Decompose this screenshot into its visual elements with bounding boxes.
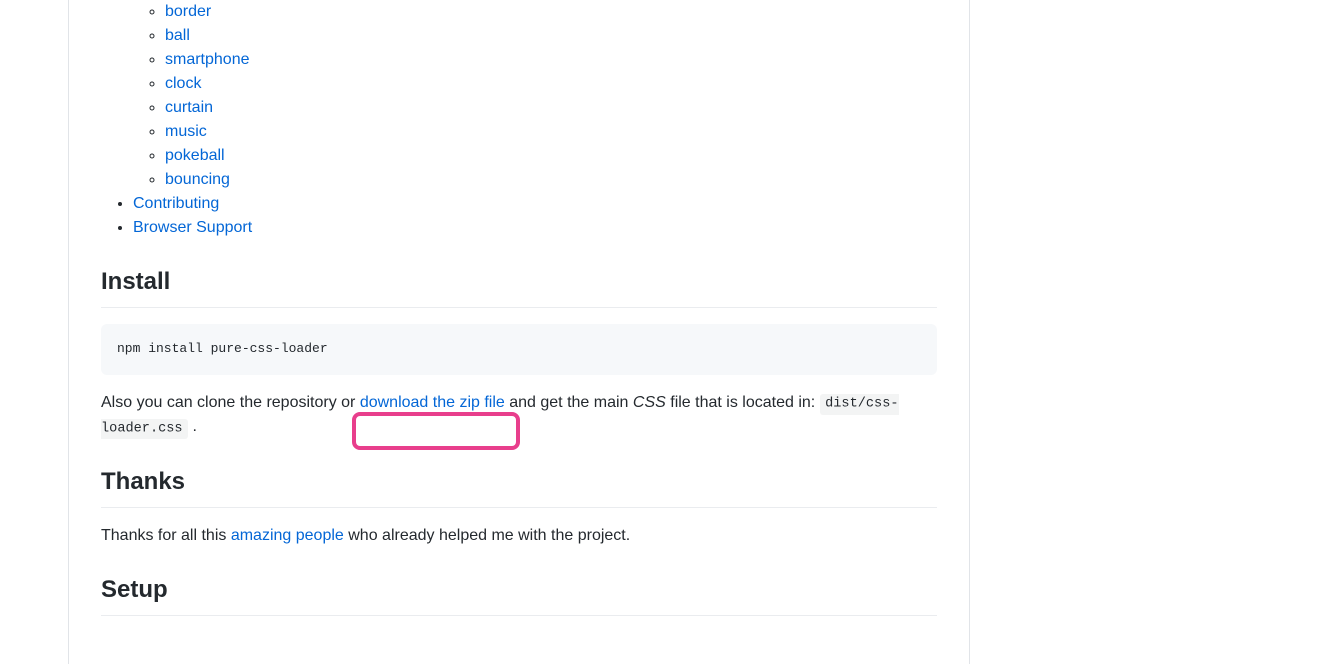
link-download-zip[interactable]: download the zip file — [360, 394, 505, 411]
thanks-paragraph: Thanks for all this amazing people who a… — [101, 524, 937, 548]
text: Also you can clone the repository or — [101, 394, 360, 411]
list-item: pokeball — [165, 144, 937, 168]
toc-sublist: border ball smartphone clock curtain mus… — [133, 0, 937, 192]
list-item: ball — [165, 24, 937, 48]
page-root: border ball smartphone clock curtain mus… — [0, 0, 1340, 664]
list-item: bouncing — [165, 168, 937, 192]
toc-link-contributing[interactable]: Contributing — [133, 195, 219, 212]
toc-link-music[interactable]: music — [165, 123, 207, 140]
list-item: curtain — [165, 96, 937, 120]
toc-link-curtain[interactable]: curtain — [165, 99, 213, 116]
toc-parent-item: border ball smartphone clock curtain mus… — [101, 0, 937, 192]
text: Thanks for all this — [101, 527, 231, 544]
install-code-block[interactable]: npm install pure-css-loader — [101, 324, 937, 375]
install-command: npm install pure-css-loader — [117, 341, 328, 356]
list-item: clock — [165, 72, 937, 96]
list-item: music — [165, 120, 937, 144]
toc-link-bouncing[interactable]: bouncing — [165, 171, 230, 188]
heading-install: Install — [101, 264, 937, 308]
list-item: border — [165, 0, 937, 24]
toc-link-smartphone[interactable]: smartphone — [165, 51, 250, 68]
text: who already helped me with the project. — [344, 527, 630, 544]
readme-panel: border ball smartphone clock curtain mus… — [68, 0, 970, 664]
toc-link-border[interactable]: border — [165, 3, 211, 20]
list-item: Browser Support — [133, 216, 937, 240]
heading-setup: Setup — [101, 572, 937, 616]
text: file that is located in: — [666, 394, 820, 411]
toc-link-clock[interactable]: clock — [165, 75, 201, 92]
text: and get the main — [505, 394, 633, 411]
toc-link-ball[interactable]: ball — [165, 27, 190, 44]
toc-list: border ball smartphone clock curtain mus… — [101, 0, 937, 240]
css-emphasis: CSS — [633, 394, 666, 411]
install-paragraph: Also you can clone the repository or dow… — [101, 391, 937, 440]
toc-link-browser-support[interactable]: Browser Support — [133, 219, 252, 236]
link-amazing-people[interactable]: amazing people — [231, 527, 344, 544]
list-item: Contributing — [133, 192, 937, 216]
text: . — [188, 418, 197, 435]
heading-thanks: Thanks — [101, 464, 937, 508]
toc-link-pokeball[interactable]: pokeball — [165, 147, 225, 164]
list-item: smartphone — [165, 48, 937, 72]
